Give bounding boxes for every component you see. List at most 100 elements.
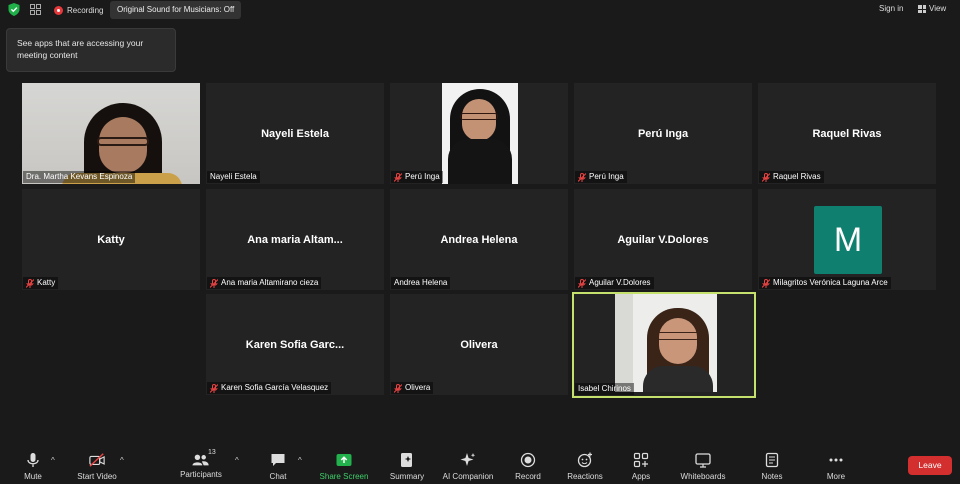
record-button[interactable]: Record <box>509 446 547 484</box>
video-tile[interactable]: Perú Inga Perú Inga <box>574 83 752 184</box>
whiteboards-label: Whiteboards <box>680 472 726 481</box>
participant-name: Dra. Martha Kevans Espinoza <box>26 172 133 181</box>
video-tile[interactable]: Raquel Rivas Raquel Rivas <box>758 83 936 184</box>
record-dot-icon <box>54 5 63 15</box>
mute-button[interactable]: Mute <box>14 446 52 484</box>
leave-button[interactable]: Leave <box>908 456 952 475</box>
summary-label: Summary <box>389 472 425 481</box>
participant-name: Nayeli Estela <box>210 172 257 181</box>
video-tile[interactable]: Aguilar V.Dolores Aguilar V.Dolores <box>574 189 752 290</box>
participant-label: Katty <box>23 277 59 289</box>
muted-mic-icon <box>578 172 586 182</box>
participant-name: Ana maria Altamirano cieza <box>221 278 319 287</box>
participant-name: Milagritos Verónica Laguna Arce <box>773 278 888 287</box>
video-tile[interactable]: Ana maria Altam... Ana maria Altamirano … <box>206 189 384 290</box>
start-video-button[interactable]: Start Video <box>73 446 121 484</box>
video-tile[interactable]: Andrea Helena Andrea Helena <box>390 189 568 290</box>
more-button[interactable]: More <box>819 446 853 484</box>
more-label: More <box>826 472 846 481</box>
muted-mic-icon <box>210 278 218 288</box>
apps-grid-icon[interactable] <box>30 4 41 15</box>
whiteboards-button[interactable]: Whiteboards <box>676 446 730 484</box>
sign-in-button[interactable]: Sign in <box>874 1 908 17</box>
participant-name: Perú Inga <box>589 172 624 181</box>
video-tile-active-speaker[interactable]: Isabel Chirinos <box>572 292 756 398</box>
participant-display-name: Ana maria Altam... <box>247 233 343 246</box>
video-tile[interactable]: Karen Sofia Garc... Karen Sofia García V… <box>206 294 384 395</box>
participants-options-caret[interactable]: ^ <box>235 456 239 465</box>
participant-label: Olivera <box>391 382 434 394</box>
participants-label: Participants <box>180 470 222 479</box>
participant-display-name: Aguilar V.Dolores <box>617 233 709 246</box>
notes-button[interactable]: Notes <box>755 446 789 484</box>
muted-mic-icon <box>394 383 402 393</box>
mute-options-caret[interactable]: ^ <box>51 456 55 465</box>
apps-accessing-tooltip: See apps that are accessing your meeting… <box>6 28 176 72</box>
video-tile[interactable]: M Milagritos Verónica Laguna Arce <box>758 189 936 290</box>
chat-button[interactable]: Chat <box>262 446 294 484</box>
summary-icon <box>401 453 412 467</box>
apps-icon <box>633 452 649 468</box>
ai-companion-button[interactable]: AI Companion <box>439 446 497 484</box>
apps-label: Apps <box>631 472 651 481</box>
chat-label: Chat <box>269 472 287 481</box>
original-sound-button[interactable]: Original Sound for Musicians: Off <box>110 1 242 19</box>
participant-label: Perú Inga <box>575 171 627 183</box>
more-dots-icon <box>829 458 843 462</box>
share-screen-icon <box>336 454 352 466</box>
chat-options-caret[interactable]: ^ <box>298 456 302 465</box>
muted-mic-icon <box>394 172 402 182</box>
participant-name: Andrea Helena <box>394 278 448 287</box>
participant-display-name: Andrea Helena <box>440 233 518 246</box>
participant-name: Karen Sofia García Velasquez <box>221 383 329 392</box>
record-icon <box>520 452 536 468</box>
avatar: M <box>814 206 882 274</box>
participant-label: Perú Inga <box>391 171 443 183</box>
video-tile[interactable]: Nayeli Estela Nayeli Estela <box>206 83 384 184</box>
participants-button[interactable]: 13 Participants <box>178 446 224 484</box>
muted-mic-icon <box>26 278 34 288</box>
share-screen-button[interactable]: Share Screen <box>317 446 371 484</box>
participant-name: Perú Inga <box>405 172 440 181</box>
top-bar: Recording Original Sound for Musicians: … <box>0 0 960 20</box>
participant-display-name: Nayeli Estela <box>261 127 329 140</box>
mute-label: Mute <box>24 472 42 481</box>
smiley-plus-icon <box>577 452 592 468</box>
participant-label: Ana maria Altamirano cieza <box>207 277 322 289</box>
participant-video <box>22 83 200 184</box>
video-tile[interactable]: Dra. Martha Kevans Espinoza <box>22 83 200 184</box>
recording-label: Recording <box>67 5 104 15</box>
participant-name: Isabel Chirinos <box>578 384 631 393</box>
ai-companion-label: AI Companion <box>442 472 494 481</box>
video-tile[interactable]: Olivera Olivera <box>390 294 568 395</box>
view-label: View <box>929 4 947 13</box>
participant-display-name: Raquel Rivas <box>812 127 882 140</box>
participant-label: Karen Sofia García Velasquez <box>207 382 332 394</box>
view-button[interactable]: View <box>914 1 950 17</box>
record-label: Record <box>515 472 541 481</box>
summary-button[interactable]: Summary <box>386 446 428 484</box>
reactions-label: Reactions <box>567 472 603 481</box>
video-tile[interactable]: Katty Katty <box>22 189 200 290</box>
recording-indicator[interactable]: Recording <box>54 4 103 16</box>
notes-icon <box>765 452 779 468</box>
microphone-icon <box>27 453 39 467</box>
participant-label: Raquel Rivas <box>759 171 824 183</box>
participant-label: Aguilar V.Dolores <box>575 277 654 289</box>
muted-mic-icon <box>762 278 770 288</box>
participant-display-name: Olivera <box>460 338 498 351</box>
reactions-button[interactable]: Reactions <box>563 446 607 484</box>
shield-icon[interactable] <box>8 3 20 16</box>
start-video-label: Start Video <box>77 472 117 481</box>
apps-button[interactable]: Apps <box>624 446 658 484</box>
participant-video <box>442 83 518 184</box>
participant-display-name: Katty <box>97 233 125 246</box>
participant-label: Dra. Martha Kevans Espinoza <box>23 171 136 183</box>
participant-name: Aguilar V.Dolores <box>589 278 651 287</box>
meeting-toolbar: Mute ^ Start Video ^ 13 Participants ^ C… <box>0 446 960 484</box>
participants-count: 13 <box>208 449 216 456</box>
video-off-icon <box>89 453 105 467</box>
view-grid-icon <box>918 5 926 13</box>
video-options-caret[interactable]: ^ <box>120 456 124 465</box>
video-tile[interactable]: Perú Inga <box>390 83 568 184</box>
